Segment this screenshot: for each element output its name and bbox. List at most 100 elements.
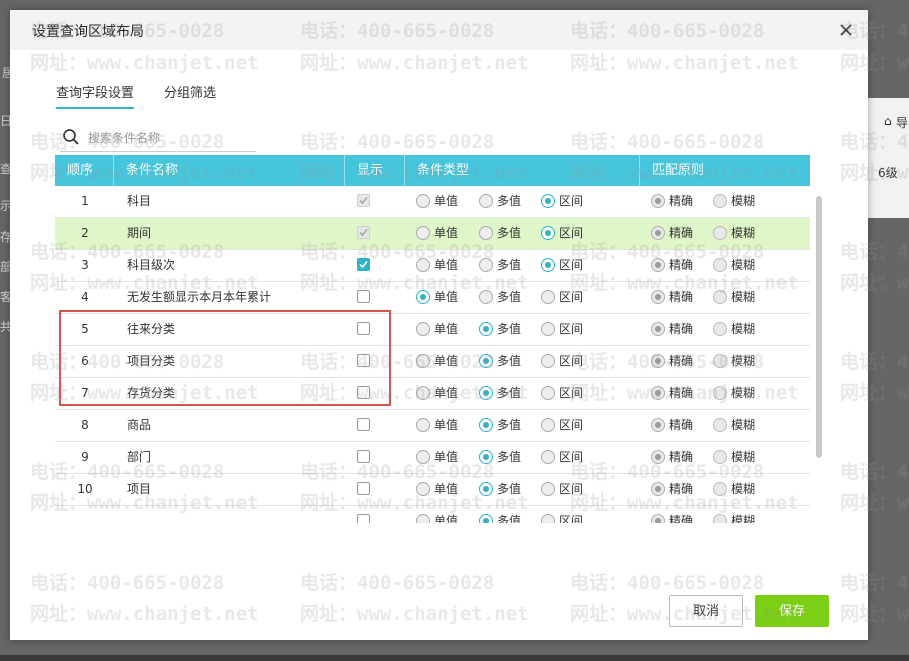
match-radio-label: 模糊 <box>731 418 756 432</box>
type-radio-label: 多值 <box>497 514 522 523</box>
table-row[interactable]: 6 项目分类 单值 多值 区间 精确 模糊 <box>55 346 810 378</box>
show-checkbox[interactable] <box>357 418 370 431</box>
match-radio-label: 精确 <box>669 322 694 336</box>
radio-icon <box>541 418 555 432</box>
show-checkbox <box>357 194 370 207</box>
search-input[interactable] <box>86 127 256 149</box>
radio-icon <box>651 226 665 240</box>
table-row[interactable]: 单值 多值 区间 精确 模糊 <box>55 506 810 523</box>
show-checkbox[interactable] <box>357 354 370 367</box>
type-radio-label: 单值 <box>434 354 459 368</box>
radio-icon <box>713 354 727 368</box>
type-radio-label: 区间 <box>559 322 584 336</box>
type-radio-label: 区间 <box>559 290 584 304</box>
match-radio-label: 模糊 <box>731 386 756 400</box>
radio-icon <box>541 290 555 304</box>
row-condition-name: 存货分类 <box>127 386 176 400</box>
show-checkbox[interactable] <box>357 450 370 463</box>
radio-icon <box>416 354 430 368</box>
column-header-name: 条件名称 <box>114 155 345 186</box>
type-radio-label: 区间 <box>559 450 584 464</box>
match-radio-label: 精确 <box>669 514 694 523</box>
row-order: 6 <box>81 354 89 368</box>
radio-icon <box>541 322 555 336</box>
row-condition-name: 期间 <box>127 226 152 240</box>
table-scrollbar[interactable] <box>815 188 823 526</box>
match-radio-label: 精确 <box>669 450 694 464</box>
row-condition-name <box>127 506 347 523</box>
radio-icon <box>713 514 727 523</box>
radio-icon <box>541 194 555 208</box>
radio-icon <box>541 450 555 464</box>
row-condition-name: 无发生额显示本月本年累计 <box>127 290 272 304</box>
column-header-show: 显示 <box>345 155 405 186</box>
show-checkbox[interactable] <box>357 386 370 399</box>
table-row[interactable]: 4 无发生额显示本月本年累计 单值 多值 区间 精确 模糊 <box>55 282 810 314</box>
table-row[interactable]: 2 期间 单值 多值 区间 精确 模糊 <box>55 218 810 250</box>
row-condition-name: 商品 <box>127 418 152 432</box>
radio-icon <box>416 482 430 496</box>
table-row[interactable]: 9 部门 单值 多值 区间 精确 模糊 <box>55 442 810 474</box>
type-radio-label: 多值 <box>497 354 522 368</box>
type-radio-label: 多值 <box>497 418 522 432</box>
table-header: 顺序 条件名称 显示 条件类型 匹配原则 <box>55 155 810 186</box>
radio-icon <box>541 226 555 240</box>
scrollbar-thumb[interactable] <box>816 196 822 458</box>
table-row[interactable]: 1 科目 单值 多值 区间 精确 模糊 <box>55 186 810 218</box>
radio-icon <box>479 258 493 272</box>
type-radio-label: 单值 <box>434 386 459 400</box>
radio-icon <box>416 290 430 304</box>
radio-icon <box>479 418 493 432</box>
show-checkbox[interactable] <box>357 482 370 495</box>
dialog-title: 设置查询区域布局 <box>32 24 144 40</box>
show-checkbox[interactable] <box>357 322 370 335</box>
tab-group-filter[interactable]: 分组筛选 <box>164 82 216 107</box>
row-order <box>55 506 115 523</box>
table-row[interactable]: 7 存货分类 单值 多值 区间 精确 模糊 <box>55 378 810 410</box>
radio-icon <box>479 354 493 368</box>
checkmark-icon <box>359 228 368 237</box>
radio-icon <box>651 354 665 368</box>
save-button[interactable]: 保存 <box>755 595 829 627</box>
type-radio-label: 区间 <box>559 514 584 523</box>
tab-query-fields[interactable]: 查询字段设置 <box>56 82 135 109</box>
table-row[interactable]: 10 项目 单值 多值 区间 精确 模糊 <box>55 474 810 506</box>
radio-icon <box>416 418 430 432</box>
radio-icon <box>479 514 493 523</box>
match-radio-label: 模糊 <box>731 258 756 272</box>
radio-icon <box>479 290 493 304</box>
match-radio-label: 精确 <box>669 354 694 368</box>
type-radio-label: 单值 <box>434 450 459 464</box>
type-radio-label: 单值 <box>434 290 459 304</box>
type-radio-label: 多值 <box>497 226 522 240</box>
radio-icon <box>479 450 493 464</box>
type-radio-label: 多值 <box>497 322 522 336</box>
close-button[interactable] <box>836 20 856 40</box>
radio-icon <box>713 290 727 304</box>
bg-toolbar-label: 导 <box>896 116 909 130</box>
row-order: 10 <box>77 482 93 496</box>
table-row[interactable]: 5 往来分类 单值 多值 区间 精确 模糊 <box>55 314 810 346</box>
cancel-button[interactable]: 取消 <box>669 595 743 627</box>
type-radio-label: 单值 <box>434 258 459 272</box>
row-order: 1 <box>81 194 89 208</box>
radio-icon <box>651 418 665 432</box>
show-checkbox[interactable] <box>357 514 370 523</box>
radio-icon <box>479 322 493 336</box>
type-radio-label: 单值 <box>434 226 459 240</box>
match-radio-label: 精确 <box>669 290 694 304</box>
row-condition-name: 往来分类 <box>127 322 176 336</box>
match-radio-label: 精确 <box>669 386 694 400</box>
type-radio-label: 单值 <box>434 418 459 432</box>
radio-icon <box>416 450 430 464</box>
radio-icon <box>416 386 430 400</box>
table-row[interactable]: 3 科目级次 单值 多值 区间 精确 模糊 <box>55 250 810 282</box>
table-row[interactable]: 8 商品 单值 多值 区间 精确 模糊 <box>55 410 810 442</box>
show-checkbox[interactable] <box>357 258 370 271</box>
type-radio-label: 区间 <box>559 386 584 400</box>
radio-icon <box>541 354 555 368</box>
radio-icon <box>416 258 430 272</box>
type-radio-label: 区间 <box>559 258 584 272</box>
type-radio-label: 单值 <box>434 482 459 496</box>
show-checkbox[interactable] <box>357 290 370 303</box>
